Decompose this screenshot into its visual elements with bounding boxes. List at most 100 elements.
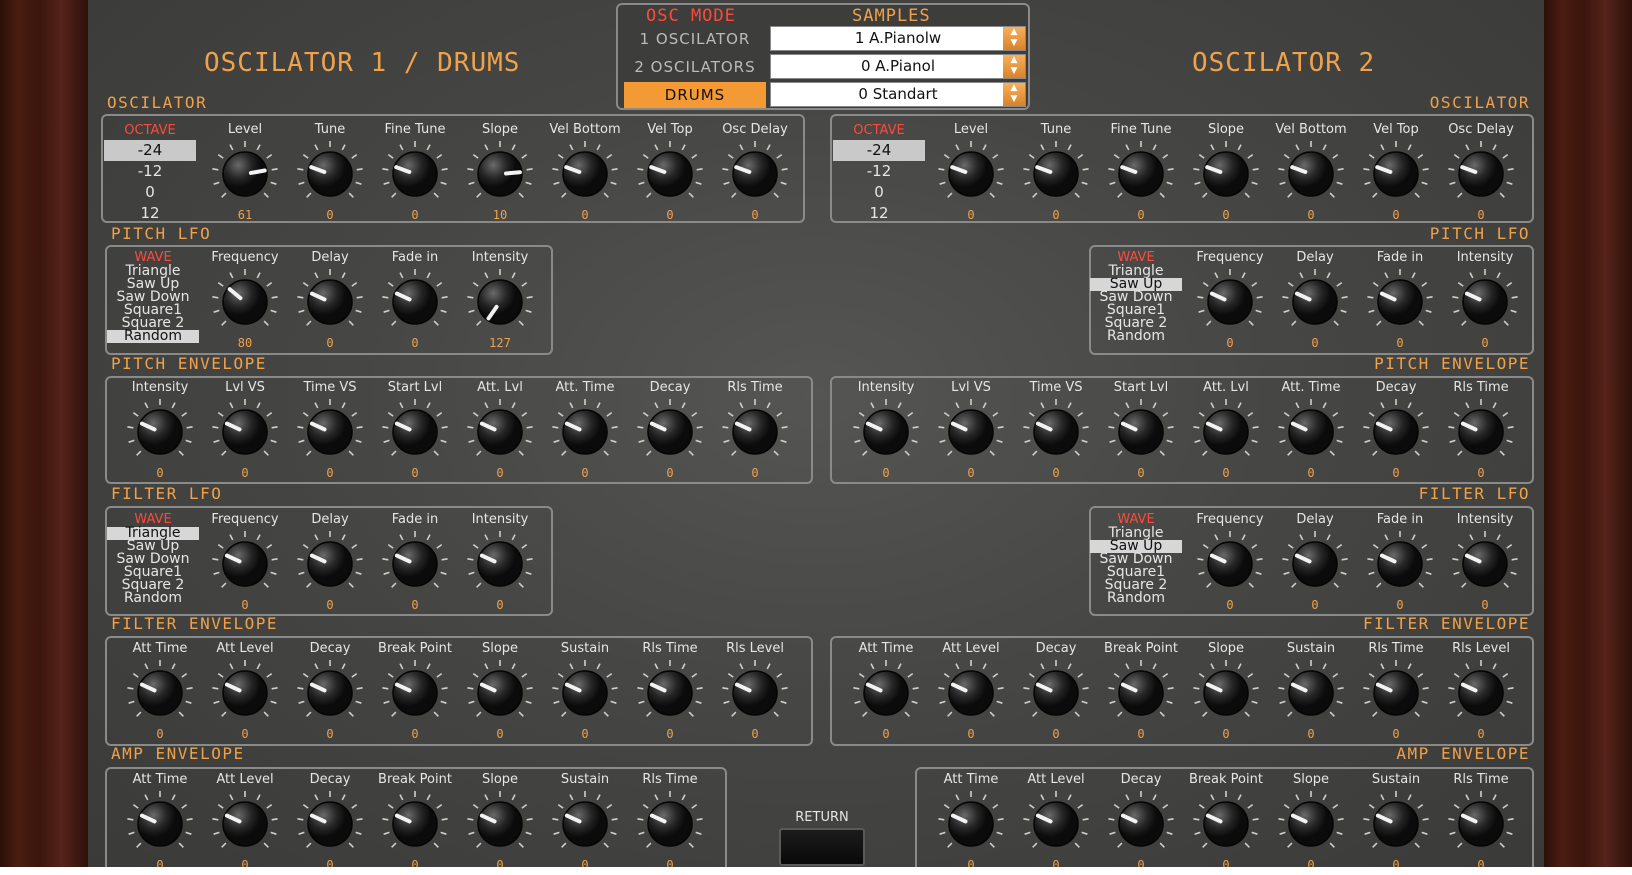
osc1-pitch-lfo-frequency-knob[interactable]: Frequency 80 — [200, 250, 290, 350]
osc1-pitch-envelope-att-time-knob-icon[interactable] — [551, 398, 619, 466]
osc1-oscilator-vel-top-knob-icon[interactable] — [636, 140, 704, 208]
osc1-pitch-envelope-att-lvl-knob[interactable]: Att. Lvl 0 — [455, 380, 545, 480]
osc1-filter-envelope-decay-knob-icon[interactable] — [296, 659, 364, 727]
osc1-filter-lfo-delay-knob-icon[interactable] — [296, 530, 364, 598]
osc1-filter-envelope-att-level-knob[interactable]: Att Level 0 — [200, 641, 290, 741]
osc2-amp-envelope-sustain-knob-icon[interactable] — [1362, 790, 1430, 858]
osc2-filter-envelope-rls-level-knob-icon[interactable] — [1447, 659, 1515, 727]
osc2-filter-envelope-att-time-knob[interactable]: Att Time 0 — [841, 641, 931, 741]
wave-option-random[interactable]: Random — [1090, 329, 1182, 343]
osc1-oscilator-tune-knob[interactable]: Tune 0 — [285, 122, 375, 222]
osc1-pitch-lfo-intensity-knob[interactable]: Intensity 127 — [455, 250, 545, 350]
osc1-amp-envelope-decay-knob-icon[interactable] — [296, 790, 364, 858]
osc2-pitch-lfo-frequency-knob[interactable]: Frequency 0 — [1185, 250, 1275, 350]
osc2-pitch-lfo-delay-knob-icon[interactable] — [1281, 268, 1349, 336]
osc2-filter-envelope-rls-time-knob-icon[interactable] — [1362, 659, 1430, 727]
osc2-filter-envelope-rls-time-knob[interactable]: Rls Time 0 — [1351, 641, 1441, 741]
osc2-amp-envelope-break-point-knob[interactable]: Break Point 0 — [1181, 772, 1271, 872]
osc2-amp-envelope-break-point-knob-icon[interactable] — [1192, 790, 1260, 858]
osc1-oscilator-fine-tune-knob-icon[interactable] — [381, 140, 449, 208]
osc2-oscilator-fine-tune-knob-icon[interactable] — [1107, 140, 1175, 208]
osc1-filter-envelope-slope-knob[interactable]: Slope 0 — [455, 641, 545, 741]
osc2-pitch-lfo-intensity-knob-icon[interactable] — [1451, 268, 1519, 336]
osc1-pitch-envelope-rls-time-knob-icon[interactable] — [721, 398, 789, 466]
osc1-filter-lfo-fade-in-knob-icon[interactable] — [381, 530, 449, 598]
osc2-amp-envelope-decay-knob[interactable]: Decay 0 — [1096, 772, 1186, 872]
sample-select-3-spinner-icon[interactable]: ▲ ▼ — [1003, 83, 1025, 106]
osc2-filter-lfo-frequency-knob[interactable]: Frequency 0 — [1185, 512, 1275, 612]
osc1-filter-envelope-rls-time-knob[interactable]: Rls Time 0 — [625, 641, 715, 741]
mode-1-oscilator[interactable]: 1 OSCILATOR — [624, 26, 766, 52]
osc1-filter-lfo-intensity-knob-icon[interactable] — [466, 530, 534, 598]
osc1-pitch-envelope-time-vs-knob[interactable]: Time VS 0 — [285, 380, 375, 480]
osc2-amp-envelope-att-time-knob-icon[interactable] — [937, 790, 1005, 858]
wave-option-random[interactable]: Random — [107, 591, 199, 605]
osc1-filter-envelope-rls-level-knob[interactable]: Rls Level 0 — [710, 641, 800, 741]
osc1-amp-envelope-break-point-knob[interactable]: Break Point 0 — [370, 772, 460, 872]
osc1-pitch-envelope-time-vs-knob-icon[interactable] — [296, 398, 364, 466]
osc1-oscilator-vel-bottom-knob-icon[interactable] — [551, 140, 619, 208]
osc2-oscilator-osc-delay-knob[interactable]: Osc Delay 0 — [1436, 122, 1526, 222]
mode-drums[interactable]: DRUMS — [624, 82, 766, 108]
osc1-oscilator-vel-bottom-knob[interactable]: Vel Bottom 0 — [540, 122, 630, 222]
osc1-pitch-envelope-start-lvl-knob[interactable]: Start Lvl 0 — [370, 380, 460, 480]
osc2-oscilator-vel-top-knob-icon[interactable] — [1362, 140, 1430, 208]
osc1-amp-envelope-sustain-knob[interactable]: Sustain 0 — [540, 772, 630, 872]
osc2-pitch-envelope-start-lvl-knob-icon[interactable] — [1107, 398, 1175, 466]
osc1-pitch-envelope-intensity-knob[interactable]: Intensity 0 — [115, 380, 205, 480]
osc1-amp-envelope-slope-knob-icon[interactable] — [466, 790, 534, 858]
osc1-amp-envelope-rls-time-knob[interactable]: Rls Time 0 — [625, 772, 715, 872]
osc1-oscilator-level-knob[interactable]: Level 61 — [200, 122, 290, 222]
octave-option[interactable]: -12 — [104, 161, 196, 182]
osc2-filter-envelope-att-time-knob-icon[interactable] — [852, 659, 920, 727]
wave-option-random[interactable]: Random — [1090, 591, 1182, 605]
osc1-pitch-envelope-start-lvl-knob-icon[interactable] — [381, 398, 449, 466]
osc2-oscilator-vel-bottom-knob-icon[interactable] — [1277, 140, 1345, 208]
osc2-oscilator-osc-delay-knob-icon[interactable] — [1447, 140, 1515, 208]
osc1-oscilator-fine-tune-knob[interactable]: Fine Tune 0 — [370, 122, 460, 222]
osc2-filter-envelope-slope-knob-icon[interactable] — [1192, 659, 1260, 727]
sample-select-2-spinner-icon[interactable]: ▲ ▼ — [1003, 55, 1025, 78]
octave-option[interactable]: 12 — [104, 203, 196, 224]
osc1-oscilator-slope-knob[interactable]: Slope 10 — [455, 122, 545, 222]
osc2-pitch-envelope-rls-time-knob-icon[interactable] — [1447, 398, 1515, 466]
osc1-filter-envelope-slope-knob-icon[interactable] — [466, 659, 534, 727]
osc2-amp-envelope-att-level-knob-icon[interactable] — [1022, 790, 1090, 858]
return-button[interactable] — [779, 828, 865, 866]
osc1-pitch-envelope-rls-time-knob[interactable]: Rls Time 0 — [710, 380, 800, 480]
osc2-pitch-lfo-frequency-knob-icon[interactable] — [1196, 268, 1264, 336]
osc1-amp-envelope-decay-knob[interactable]: Decay 0 — [285, 772, 375, 872]
osc2-pitch-envelope-att-time-knob[interactable]: Att. Time 0 — [1266, 380, 1356, 480]
osc1-oscilator-level-knob-icon[interactable] — [211, 140, 279, 208]
osc2-filter-envelope-att-level-knob[interactable]: Att Level 0 — [926, 641, 1016, 741]
osc1-pitch-envelope-lvl-vs-knob[interactable]: Lvl VS 0 — [200, 380, 290, 480]
osc2-pitch-envelope-rls-time-knob[interactable]: Rls Time 0 — [1436, 380, 1526, 480]
osc2-oscilator-fine-tune-knob[interactable]: Fine Tune 0 — [1096, 122, 1186, 222]
octave-option[interactable]: -24 — [104, 140, 196, 161]
sample-select-1[interactable]: 1 A.Pianolw ▲ ▼ — [770, 26, 1026, 51]
osc2-filter-lfo-intensity-knob[interactable]: Intensity 0 — [1440, 512, 1530, 612]
mode-2-oscilators[interactable]: 2 OSCILATORS — [624, 54, 766, 80]
osc2-pitch-lfo-intensity-knob[interactable]: Intensity 0 — [1440, 250, 1530, 350]
osc2-filter-lfo-delay-knob-icon[interactable] — [1281, 530, 1349, 598]
osc2-amp-envelope-att-time-knob[interactable]: Att Time 0 — [926, 772, 1016, 872]
sample-select-1-spinner-icon[interactable]: ▲ ▼ — [1003, 27, 1025, 50]
osc2-filter-envelope-break-point-knob-icon[interactable] — [1107, 659, 1175, 727]
osc1-oscilator-tune-knob-icon[interactable] — [296, 140, 364, 208]
osc2-pitch-envelope-intensity-knob-icon[interactable] — [852, 398, 920, 466]
osc1-pitch-lfo-fade-in-knob-icon[interactable] — [381, 268, 449, 336]
osc2-pitch-envelope-intensity-knob[interactable]: Intensity 0 — [841, 380, 931, 480]
osc2-pitch-lfo-fade-in-knob[interactable]: Fade in 0 — [1355, 250, 1445, 350]
osc1-oscilator-slope-knob-icon[interactable] — [466, 140, 534, 208]
osc1-filter-lfo-frequency-knob[interactable]: Frequency 0 — [200, 512, 290, 612]
osc2-amp-envelope-sustain-knob[interactable]: Sustain 0 — [1351, 772, 1441, 872]
osc2-pitch-envelope-time-vs-knob-icon[interactable] — [1022, 398, 1090, 466]
osc1-pitch-envelope-decay-knob-icon[interactable] — [636, 398, 704, 466]
wave-option-random[interactable]: Random — [107, 329, 199, 343]
osc2-amp-envelope-slope-knob-icon[interactable] — [1277, 790, 1345, 858]
osc1-pitch-envelope-decay-knob[interactable]: Decay 0 — [625, 380, 715, 480]
sample-select-3[interactable]: 0 Standart ▲ ▼ — [770, 82, 1026, 107]
osc1-filter-envelope-decay-knob[interactable]: Decay 0 — [285, 641, 375, 741]
osc2-pitch-envelope-decay-knob-icon[interactable] — [1362, 398, 1430, 466]
octave-option[interactable]: -12 — [833, 161, 925, 182]
